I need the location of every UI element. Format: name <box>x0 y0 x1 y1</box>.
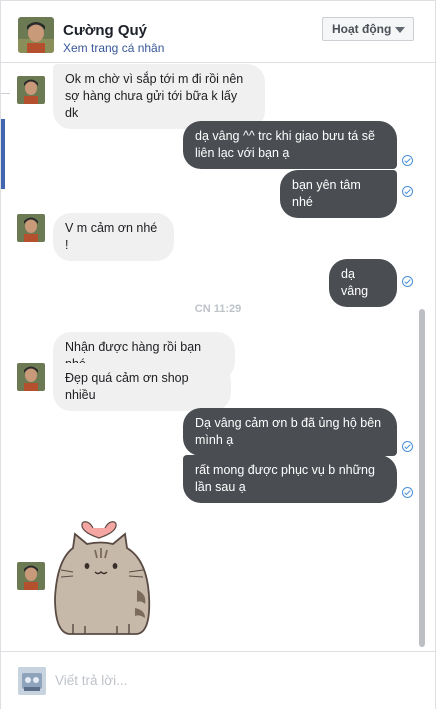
message-line: liên lạc với bạn ạ <box>195 146 290 160</box>
message-line: Dạ vâng cảm ơn b đã ủng hộ bên <box>195 416 382 430</box>
user-avatar <box>18 667 46 695</box>
message-line: rất mong được phục vụ b những <box>195 463 375 477</box>
contact-avatar-small[interactable] <box>17 562 45 590</box>
message-line: dạ vâng ^^ trc khi giao bưu tá sẽ <box>195 129 375 143</box>
chat-header: Cường Quý Xem trang cá nhân Hoạt động <box>1 1 435 63</box>
chevron-down-icon <box>395 27 405 33</box>
message-line: Đẹp quá cảm ơn shop nhiều <box>65 371 189 402</box>
incoming-message: V m cảm ơn nhé ! <box>53 213 174 261</box>
reply-input[interactable] <box>55 670 405 690</box>
seen-check-icon <box>402 487 413 498</box>
message-line: bạn yên tâm nhé <box>292 178 361 209</box>
contact-avatar-small[interactable] <box>17 214 45 242</box>
outgoing-message: dạ vâng <box>329 259 397 307</box>
contact-avatar[interactable] <box>18 17 54 53</box>
seen-check-icon <box>402 155 413 166</box>
message-composer <box>1 651 435 709</box>
contact-name[interactable]: Cường Quý <box>63 22 147 39</box>
message-line: mình ạ <box>195 433 234 447</box>
chat-window: Cường Quý Xem trang cá nhân Hoạt động Ok… <box>0 0 436 709</box>
contact-avatar-small[interactable] <box>17 76 45 104</box>
message-line: lần sau ạ <box>195 480 246 494</box>
scrollbar[interactable] <box>419 309 425 647</box>
message-line: Ok m chờ vì sắp tới m đi rồi nên <box>65 72 244 86</box>
outgoing-message: bạn yên tâm nhé <box>280 170 397 218</box>
message-line: sợ hàng chưa gửi tới bữa k lấy dk <box>65 89 238 120</box>
outgoing-message: Dạ vâng cảm ơn b đã ủng hộ bên mình ạ <box>183 408 397 456</box>
status-button-label: Hoạt động <box>332 22 392 36</box>
message-thread[interactable]: Ok m chờ vì sắp tới m đi rồi nên sợ hàng… <box>1 64 435 651</box>
view-profile-link[interactable]: Xem trang cá nhân <box>63 41 164 55</box>
status-dropdown-button[interactable]: Hoạt động <box>322 17 414 41</box>
timestamp-separator: CN 11:29 <box>194 303 242 315</box>
seen-check-icon <box>402 276 413 287</box>
incoming-message: Đẹp quá cảm ơn shop nhiều <box>53 363 231 411</box>
incoming-message: Ok m chờ vì sắp tới m đi rồi nên sợ hàng… <box>53 64 265 129</box>
pusheen-cat-heart-sticker-icon[interactable] <box>51 514 156 639</box>
message-line: V m cảm ơn nhé ! <box>65 221 158 252</box>
contact-avatar-small[interactable] <box>17 363 45 391</box>
seen-check-icon <box>402 186 413 197</box>
message-line: dạ vâng <box>341 267 369 298</box>
seen-check-icon <box>402 441 413 452</box>
outgoing-message: dạ vâng ^^ trc khi giao bưu tá sẽ liên l… <box>183 121 397 169</box>
outgoing-message: rất mong được phục vụ b những lần sau ạ <box>183 455 397 503</box>
